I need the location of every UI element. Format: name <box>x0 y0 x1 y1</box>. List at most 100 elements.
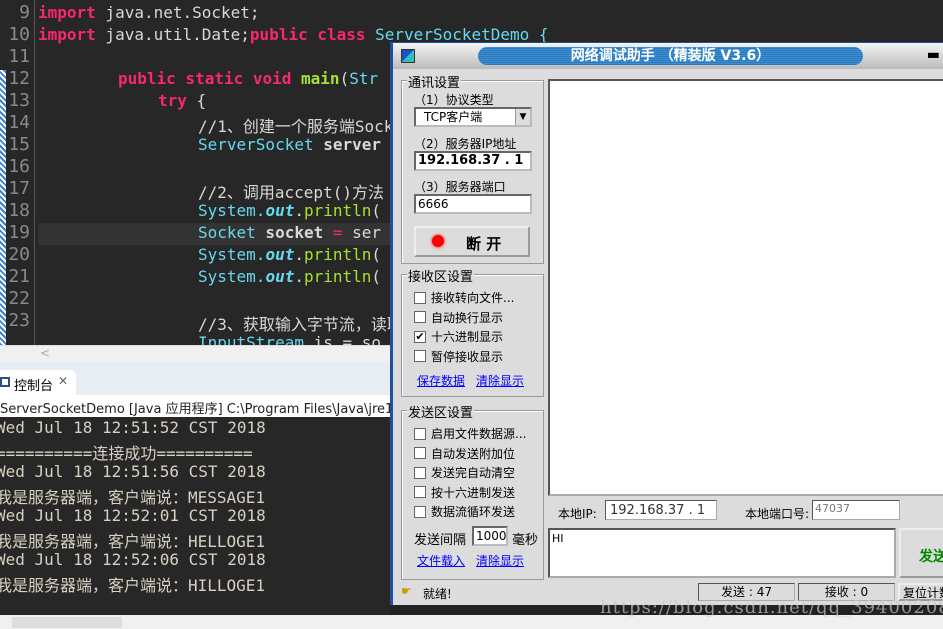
checkbox-option[interactable]: 接收转向文件... <box>414 289 514 306</box>
checkbox-label: 发送完自动清空 <box>431 466 516 480</box>
save-data-link[interactable]: 保存数据 <box>417 372 465 389</box>
line-number: 20 <box>8 244 30 265</box>
checkbox-icon[interactable] <box>414 427 426 440</box>
title-bar[interactable]: 网络调试助手 （精装版 V3.6） ▬ <box>393 43 943 69</box>
line-number: 17 <box>8 178 30 199</box>
close-icon[interactable]: ✕ <box>58 374 68 388</box>
checkbox-label: 接收转向文件... <box>431 291 515 305</box>
console-icon <box>0 377 10 387</box>
window-title: 网络调试助手 （精装版 V3.6） <box>478 47 863 65</box>
local-info-row: 本地IP: 192.168.37 . 1 本地端口号: 47037 <box>548 498 943 524</box>
receive-settings-group: 接收区设置 接收转向文件... 自动换行显示 ✔ 十六进制显示 暂停接收显示 保存数据 … <box>401 266 544 397</box>
line-number: 16 <box>8 156 30 177</box>
status-text: 就绪! <box>423 587 452 601</box>
console-output[interactable]: Wed Jul 18 12:51:52 CST 2018 ==========连接… <box>0 417 390 615</box>
console-line: 我是服务器端，客户端说：MESSAGE1 <box>0 488 266 507</box>
group-label: 通讯设置 <box>407 72 462 91</box>
console-line: Wed Jul 18 12:52:06 CST 2018 <box>0 550 266 569</box>
clear-send-link[interactable]: 清除显示 <box>476 552 524 569</box>
line-number: 23 <box>8 310 30 331</box>
line-number: 10 <box>8 24 30 45</box>
console-line: Wed Jul 18 12:51:56 CST 2018 <box>0 462 266 481</box>
checkbox-icon[interactable] <box>414 291 426 304</box>
scrollbar-thumb[interactable] <box>12 617 122 628</box>
checkbox-label: 自动换行显示 <box>431 310 504 325</box>
code-line-19: Socket socket = ser <box>198 223 382 242</box>
send-input[interactable]: HI <box>548 528 896 578</box>
group-label: 发送区设置 <box>407 402 475 421</box>
line-number: 21 <box>8 266 30 287</box>
console-tab-bar: 控制台 ✕ <box>0 362 390 395</box>
local-ip-field: 192.168.37 . 1 <box>605 500 717 520</box>
console-line: 我是服务器端，客户端说：HILLOGE1 <box>0 576 266 595</box>
receive-area[interactable] <box>548 79 943 496</box>
line-number: 14 <box>8 112 30 133</box>
editor-horizontal-scrollbar[interactable]: < <box>0 345 390 362</box>
code-line-21: System.out.println( <box>198 267 382 286</box>
checkbox-label: 数据流循环发送 <box>431 505 516 519</box>
minimize-button[interactable]: ▬ <box>927 47 940 63</box>
line-number: 15 <box>8 134 30 155</box>
checkbox-option[interactable]: 暂停接收显示 <box>414 348 503 365</box>
send-button[interactable]: 发送 <box>899 528 943 578</box>
console-line: ==========连接成功========== <box>0 444 253 463</box>
checkbox-option[interactable]: 按十六进制发送 <box>414 484 515 501</box>
server-port-input[interactable]: 6666 <box>414 194 532 214</box>
protocol-select[interactable]: TCP客户端 ▼ <box>414 107 532 127</box>
line-number: 18 <box>8 200 30 221</box>
checkbox-label: 暂停接收显示 <box>431 349 504 364</box>
checkbox-checked-icon[interactable]: ✔ <box>414 330 426 343</box>
code-line-18: System.out.println( <box>198 201 382 220</box>
checkbox-icon[interactable] <box>414 505 426 518</box>
comm-settings-group: 通讯设置 （1）协议类型 TCP客户端 ▼ （2）服务器IP地址 192.168.… <box>401 72 544 264</box>
console-process-path: ServerSocketDemo [Java 应用程序] C:\Program … <box>0 395 390 417</box>
checkbox-icon[interactable] <box>414 486 426 498</box>
disconnect-button[interactable]: 断 开 <box>414 226 530 257</box>
checkbox-label: 按十六进制发送 <box>431 485 516 500</box>
local-ip-label: 本地IP: <box>558 507 597 521</box>
checkbox-icon[interactable] <box>414 447 426 459</box>
code-line-17: //2、调用accept()方法 <box>198 183 384 202</box>
local-port-field: 47037 <box>812 500 900 520</box>
checkbox-option[interactable]: ✔ 十六进制显示 <box>414 328 503 345</box>
code-line-13: try { <box>158 91 207 110</box>
tab-console[interactable]: 控制台 ✕ <box>0 370 76 395</box>
checkbox-option[interactable]: 自动发送附加位 <box>414 445 515 462</box>
net-assist-window: 网络调试助手 （精装版 V3.6） ▬ 通讯设置 （1）协议类型 TCP客户端 ▼… <box>390 42 943 605</box>
code-line-24: InputStream is = so <box>198 333 382 345</box>
interval-input[interactable]: 1000 <box>472 526 508 546</box>
tab-label: 控制台 <box>14 379 54 394</box>
checkbox-icon[interactable] <box>414 311 426 323</box>
protocol-label: （1）协议类型 <box>414 93 494 107</box>
watermark: https://blog.csdn.net/qq_39400208 <box>600 597 943 618</box>
code-line-15: ServerSocket server <box>198 135 382 154</box>
gutter-divider <box>34 0 35 345</box>
code-line-20: System.out.println( <box>198 245 382 264</box>
line-number: 19 <box>8 222 30 243</box>
checkbox-icon[interactable] <box>414 350 426 362</box>
code-line-14: //1、创建一个服务端Sock <box>198 117 394 136</box>
line-number: 11 <box>8 46 30 67</box>
checkbox-option[interactable]: 数据流循环发送 <box>414 503 515 520</box>
chevron-down-icon[interactable]: ▼ <box>515 109 530 125</box>
checkbox-option[interactable]: 发送完自动清空 <box>414 464 515 481</box>
interval-label: 发送间隔 <box>414 533 467 548</box>
checkbox-option[interactable]: 自动换行显示 <box>414 309 503 326</box>
checkbox-option[interactable]: 启用文件数据源... <box>414 425 526 442</box>
scroll-left-icon[interactable]: < <box>40 346 50 360</box>
group-label: 接收区设置 <box>407 266 475 285</box>
load-file-link[interactable]: 文件载入 <box>417 552 465 569</box>
console-line: Wed Jul 18 12:52:01 CST 2018 <box>0 506 266 525</box>
console-line: 我是服务器端，客户端说：HELLOGE1 <box>0 532 266 551</box>
server-ip-input[interactable]: 192.168.37 . 1 <box>414 151 532 171</box>
code-line-23: //3、获取输入字节流，读取 <box>198 315 403 334</box>
checkbox-icon[interactable] <box>414 466 426 479</box>
line-number: 22 <box>8 288 30 309</box>
code-line-12: public static void main(Str <box>118 69 379 88</box>
interval-unit: 毫秒 <box>512 533 539 548</box>
ip-label: （2）服务器IP地址 <box>414 137 517 151</box>
line-number: 9 <box>19 2 30 23</box>
red-light-icon <box>432 235 444 247</box>
clear-receive-link[interactable]: 清除显示 <box>476 372 524 389</box>
local-port-label: 本地端口号: <box>745 507 810 521</box>
